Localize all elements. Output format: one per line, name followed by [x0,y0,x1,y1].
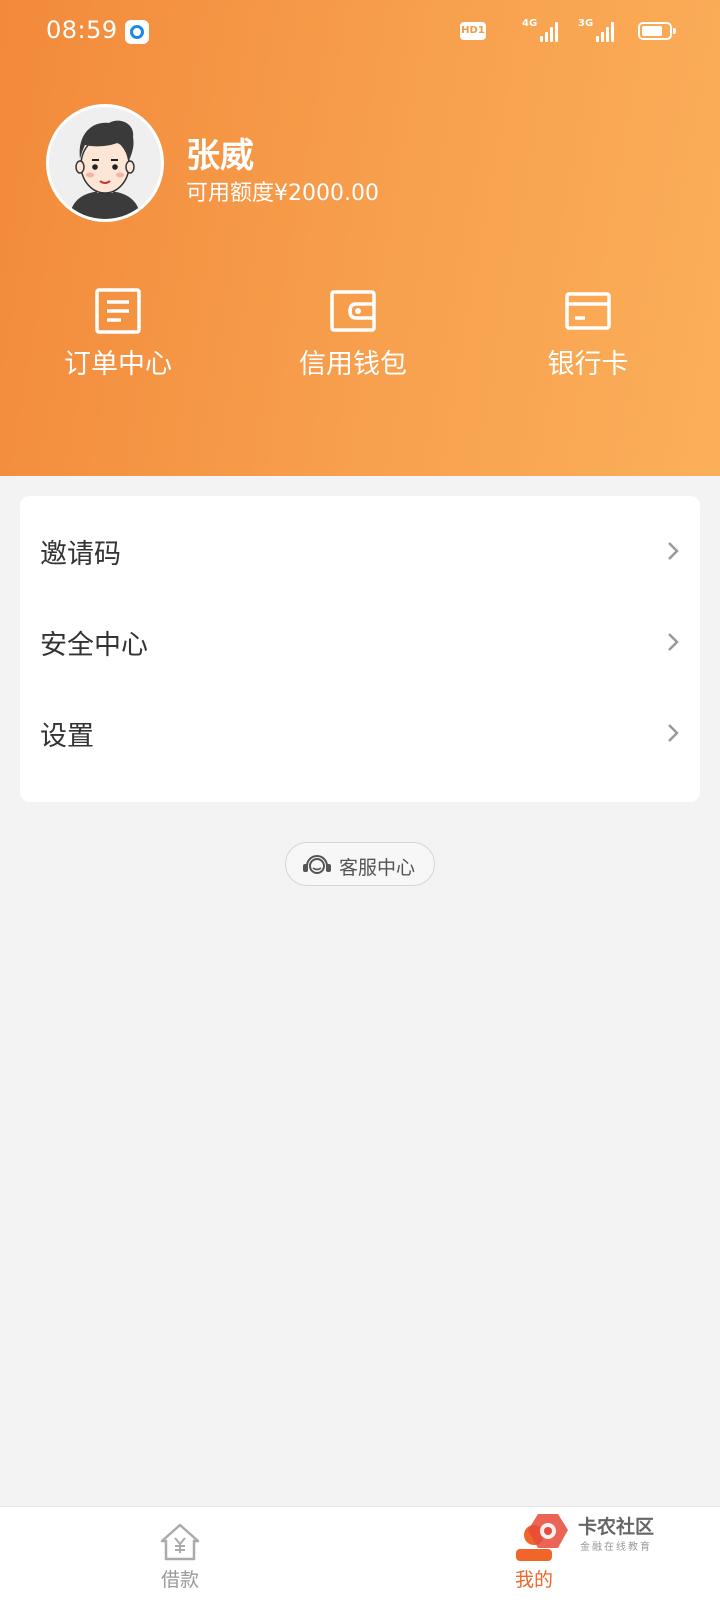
menu-item-security-center[interactable]: 安全中心 [20,597,700,689]
battery-icon [638,22,676,40]
network-type-3g: 3G [578,18,594,29]
quick-action-label: 银行卡 [547,349,629,380]
watermark-title: 卡农社区 [578,1516,655,1538]
quick-action-bank-card[interactable]: 银行卡 [508,288,668,381]
watermark-logo-icon [528,1514,568,1548]
chevron-right-icon [668,724,679,742]
status-indicators: HD1 4G 3G [460,18,676,44]
menu-item-settings[interactable]: 设置 [20,688,700,780]
status-time: 08:59 [46,16,118,44]
avatar[interactable] [46,104,164,222]
menu-item-invite-code[interactable]: 邀请码 [20,506,700,598]
profile-header: 08:59 HD1 4G 3G 张威 可用额度¥2000.00 订单中心 信用钱… [0,0,720,476]
quick-action-label: 信用钱包 [299,349,407,380]
quick-action-order-center[interactable]: 订单中心 [38,288,198,381]
quick-action-credit-wallet[interactable]: 信用钱包 [273,288,433,381]
cartoon-man-avatar-icon [49,107,161,219]
hd-badge: HD1 [460,22,486,40]
signal-icon: 4G [522,18,558,42]
menu-item-label: 邀请码 [40,539,121,570]
watermark-subtitle: 金融在线教育 [580,1542,652,1553]
customer-service-label: 客服中心 [339,857,416,879]
menu-item-label: 安全中心 [40,630,148,661]
wallet-icon [330,290,376,332]
home-yen-icon [160,1523,200,1561]
menu-item-label: 设置 [40,721,94,752]
chevron-right-icon [668,633,679,651]
tab-label: 我的 [514,1569,553,1591]
chevron-right-icon [668,542,679,560]
quick-action-label: 订单中心 [64,349,172,380]
menu-card: 邀请码 安全中心 设置 [20,496,700,802]
watermark: 卡农社区 金融在线教育 [524,1510,674,1558]
customer-service-button[interactable]: 客服中心 [285,842,435,886]
user-name: 张威 [186,136,254,176]
tab-loan[interactable]: 借款 [100,1507,260,1600]
headset-icon [303,855,331,874]
signal-icon: 3G [578,18,614,42]
order-list-icon [95,288,141,334]
network-type-4g: 4G [522,18,538,29]
app-notification-icon [125,20,149,44]
available-credit: 可用额度¥2000.00 [186,181,379,206]
bank-card-icon [565,292,611,330]
status-bar: 08:59 HD1 4G 3G [0,0,720,64]
tab-label: 借款 [160,1569,199,1591]
